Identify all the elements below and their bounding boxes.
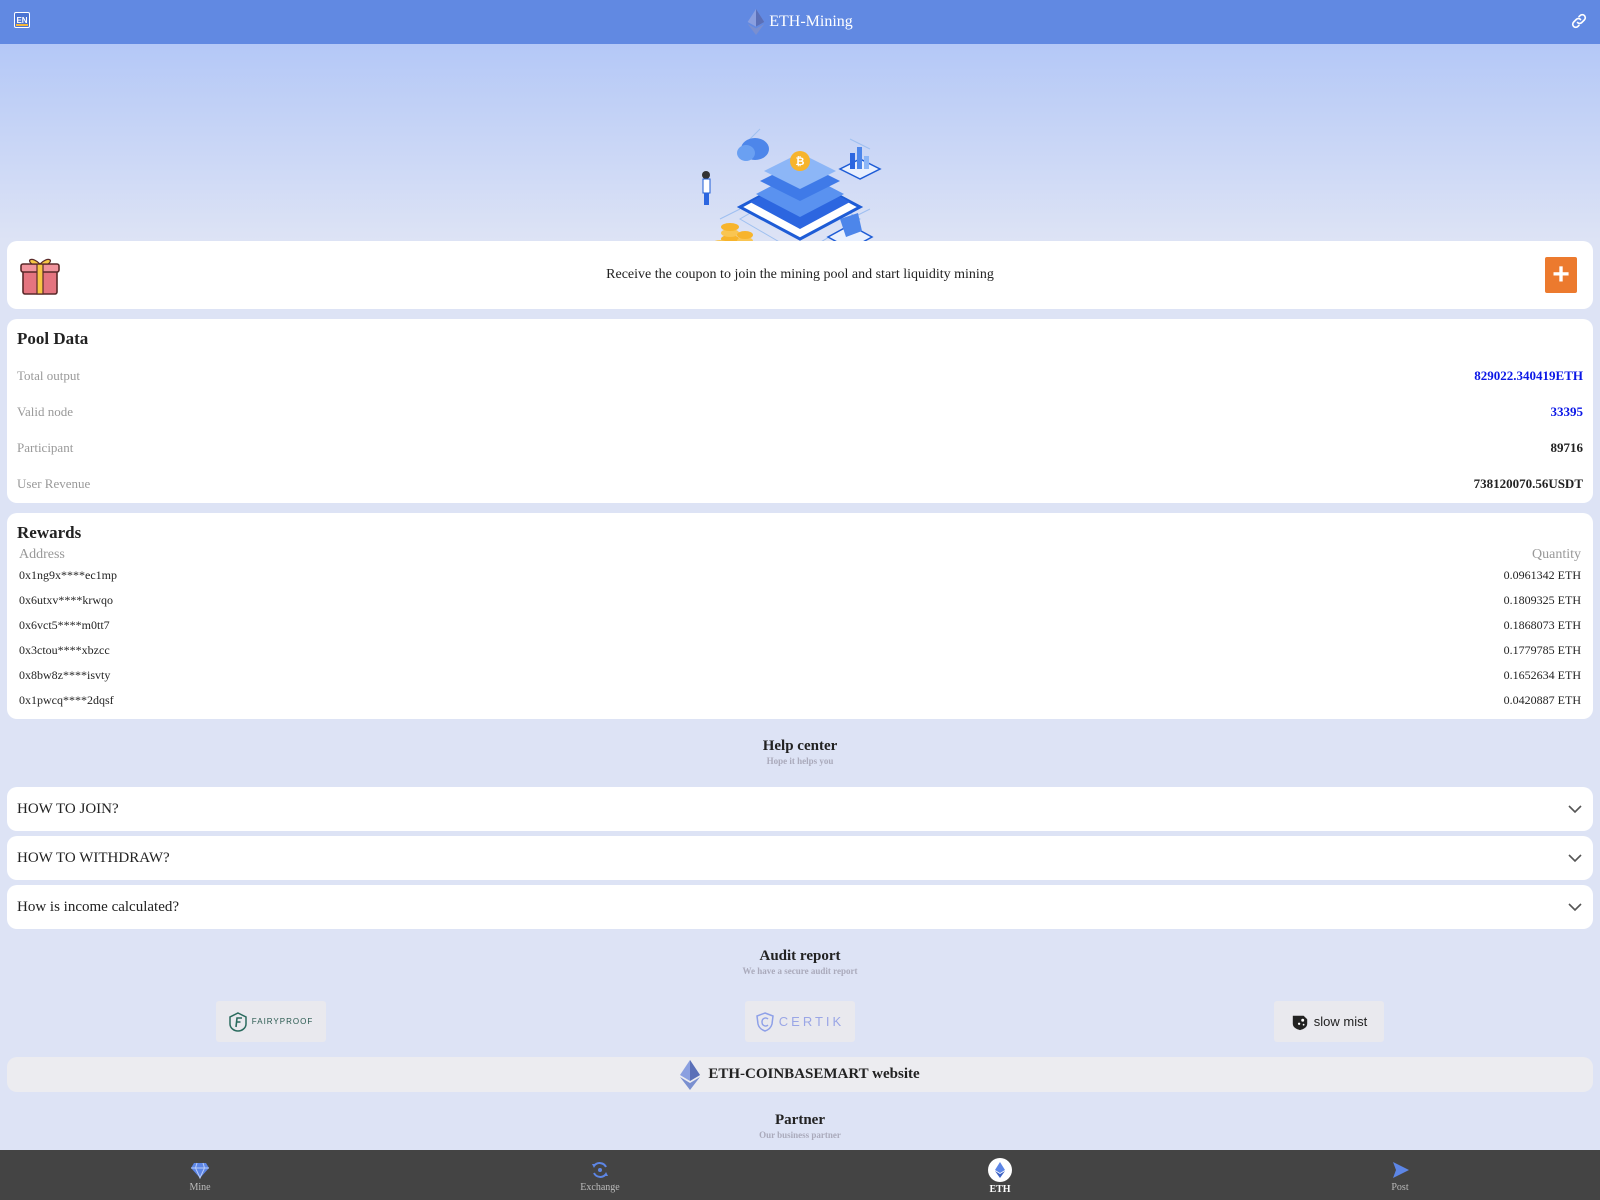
reward-quantity: 0.1809325 ETH: [1503, 593, 1581, 607]
nav-item-post[interactable]: Post: [1200, 1150, 1600, 1200]
pool-row-total-output: Total output 829022.340419ETH: [17, 358, 1583, 394]
nav-label: Exchange: [580, 1182, 620, 1193]
reward-address: 0x3ctou****xbzcc: [19, 643, 110, 657]
reward-address: 0x6vct5****m0tt7: [19, 618, 110, 632]
fairyproof-logo[interactable]: FAIRYPROOF: [216, 1001, 326, 1042]
faq-question: HOW TO WITHDRAW?: [17, 849, 170, 866]
rewards-row: 0x6vct5****m0tt7 0.1868073 ETH: [17, 613, 1583, 638]
slowmist-icon: [1292, 1015, 1307, 1030]
chevron-down-icon: [1568, 805, 1582, 814]
nav-item-exchange[interactable]: Exchange: [400, 1150, 800, 1200]
slowmist-logo[interactable]: slow mist: [1274, 1001, 1384, 1042]
bottom-navigation: Mine Exchange ETH Post: [0, 1150, 1600, 1200]
chevron-down-icon: [1568, 854, 1582, 863]
rewards-row: 0x6utxv****krwqo 0.1809325 ETH: [17, 588, 1583, 613]
rewards-row: 0x1pwcq****2dqsf 0.0420887 ETH: [17, 688, 1583, 713]
address-column-header: Address: [19, 547, 65, 562]
audit-report-heading: Audit report We have a secure audit repo…: [0, 948, 1600, 976]
pool-data-card: Pool Data Total output 829022.340419ETH …: [7, 319, 1593, 503]
join-pool-button[interactable]: +: [1545, 257, 1577, 293]
svg-text:₿: ₿: [796, 156, 805, 168]
nav-label: ETH: [989, 1184, 1011, 1195]
rewards-title: Rewards: [17, 523, 82, 542]
ethereum-logo-icon: [680, 1059, 701, 1090]
certik-icon: [755, 1011, 774, 1032]
certik-label: CERTIK: [778, 1014, 845, 1029]
language-code: EN: [16, 15, 28, 25]
audit-report-subtitle: We have a secure audit report: [742, 966, 858, 976]
audit-report-title: Audit report: [759, 948, 841, 964]
coupon-text: Receive the coupon to join the mining po…: [606, 267, 994, 282]
reward-address: 0x1ng9x****ec1mp: [19, 568, 117, 582]
pool-label: User Revenue: [17, 476, 91, 491]
pool-row-user-revenue: User Revenue 738120070.56USDT: [17, 466, 1583, 502]
pool-value: 829022.340419ETH: [1474, 368, 1583, 383]
slowmist-label: slow mist: [1313, 1014, 1368, 1029]
rewards-row: 0x1ng9x****ec1mp 0.0961342 ETH: [17, 563, 1583, 588]
pool-label: Valid node: [17, 404, 73, 419]
coupon-card: Receive the coupon to join the mining po…: [7, 241, 1593, 309]
reward-quantity: 0.1779785 ETH: [1503, 643, 1581, 657]
app-title: ETH-Mining: [769, 13, 853, 30]
reward-quantity: 0.0961342 ETH: [1503, 568, 1581, 582]
reward-address: 0x1pwcq****2dqsf: [19, 693, 114, 707]
nav-label: Mine: [189, 1182, 211, 1193]
chevron-down-icon: [1568, 903, 1582, 912]
link-icon[interactable]: [1570, 12, 1588, 30]
fairyproof-icon: [229, 1011, 247, 1032]
reward-quantity: 0.1868073 ETH: [1503, 618, 1581, 632]
exchange-icon: [592, 1162, 608, 1178]
reward-quantity: 0.1652634 ETH: [1503, 668, 1581, 682]
nav-label: Post: [1391, 1182, 1409, 1193]
rewards-header: Address Quantity: [17, 547, 1583, 563]
rewards-row: 0x8bw8z****isvty 0.1652634 ETH: [17, 663, 1583, 688]
help-center-heading: Help center Hope it helps you: [0, 738, 1600, 766]
eth-icon: [988, 1158, 1012, 1182]
mining-illustration: ₿: [702, 128, 882, 259]
quantity-column-header: Quantity: [1532, 547, 1581, 562]
partner-subtitle: Our business partner: [759, 1130, 841, 1140]
pool-label: Participant: [17, 440, 74, 455]
nav-item-eth[interactable]: ETH: [800, 1150, 1200, 1200]
pool-row-participant: Participant 89716: [17, 430, 1583, 466]
gift-icon: [20, 258, 60, 295]
pool-row-valid-node: Valid node 33395: [17, 394, 1583, 430]
language-button[interactable]: EN: [14, 12, 30, 28]
ethereum-logo-icon: [747, 9, 765, 35]
partner-title: Partner: [775, 1112, 825, 1128]
rewards-row: 0x3ctou****xbzcc 0.1779785 ETH: [17, 638, 1583, 663]
certik-logo[interactable]: CERTIK: [745, 1001, 855, 1042]
help-center-subtitle: Hope it helps you: [766, 756, 834, 766]
reward-address: 0x8bw8z****isvty: [19, 668, 111, 682]
pool-value: 89716: [1550, 440, 1584, 455]
reward-quantity: 0.0420887 ETH: [1503, 693, 1581, 707]
send-icon: [1393, 1162, 1409, 1178]
app-brand: ETH-Mining: [747, 9, 853, 35]
faq-question: HOW TO JOIN?: [17, 800, 119, 817]
pool-value: 738120070.56USDT: [1473, 476, 1583, 491]
pool-label: Total output: [17, 368, 81, 383]
pool-data-title: Pool Data: [17, 329, 89, 348]
hero-banner: ₿: [0, 44, 1600, 259]
website-label: ETH-COINBASEMART website: [708, 1066, 920, 1082]
reward-address: 0x6utxv****krwqo: [19, 593, 113, 607]
help-center-title: Help center: [762, 738, 838, 754]
diamond-icon: [191, 1162, 209, 1180]
top-bar: EN ETH-Mining: [0, 0, 1600, 44]
rewards-card: Rewards Address Quantity 0x1ng9x****ec1m…: [7, 513, 1593, 719]
faq-how-to-join[interactable]: HOW TO JOIN?: [7, 787, 1593, 831]
nav-item-mine[interactable]: Mine: [0, 1150, 400, 1200]
faq-how-to-withdraw[interactable]: HOW TO WITHDRAW?: [7, 836, 1593, 880]
faq-question: How is income calculated?: [17, 898, 180, 915]
partner-heading: Partner Our business partner: [0, 1112, 1600, 1140]
fairyproof-label: FAIRYPROOF: [251, 1017, 314, 1026]
faq-income-calculation[interactable]: How is income calculated?: [7, 885, 1593, 929]
pool-value: 33395: [1550, 404, 1584, 419]
website-link-banner[interactable]: ETH-COINBASEMART website: [7, 1057, 1593, 1092]
